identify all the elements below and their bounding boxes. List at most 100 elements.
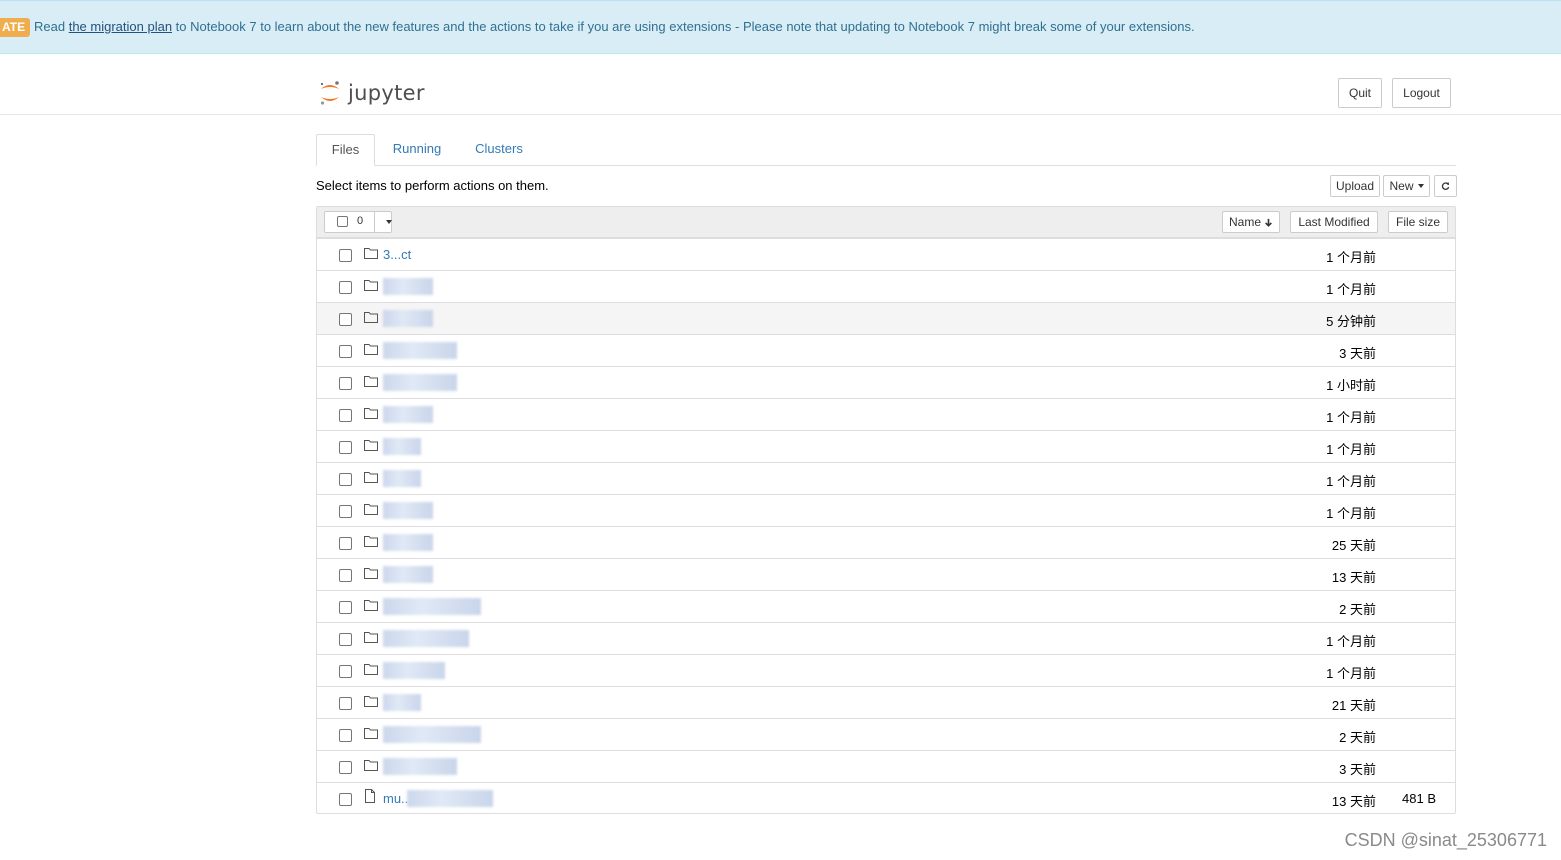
redacted-name-blur	[383, 662, 445, 679]
divider	[374, 212, 375, 232]
new-label: New	[1389, 179, 1414, 193]
last-modified: 1 个月前	[1326, 250, 1376, 265]
file-row[interactable]: 2 天前	[317, 718, 1455, 750]
redacted-name-blur	[383, 278, 433, 295]
last-modified: 1 个月前	[1326, 442, 1376, 457]
file-row[interactable]: 5 分钟前	[317, 302, 1455, 334]
row-checkbox[interactable]	[339, 249, 352, 262]
arrow-down-icon	[1265, 218, 1272, 227]
redacted-name-blur	[383, 566, 433, 583]
file-row[interactable]: 1 小时前	[317, 366, 1455, 398]
folder-icon	[364, 728, 378, 739]
last-modified: 3 天前	[1339, 346, 1376, 361]
file-row[interactable]: 1 个月前	[317, 494, 1455, 526]
row-checkbox[interactable]	[339, 441, 352, 454]
sort-by-file-size-button[interactable]: File size	[1388, 211, 1448, 233]
redacted-name-blur	[383, 598, 481, 615]
last-modified: 1 小时前	[1326, 378, 1376, 393]
redacted-name-blur	[383, 726, 481, 743]
upload-button[interactable]: Upload	[1330, 175, 1380, 197]
refresh-icon	[1441, 182, 1450, 190]
row-checkbox[interactable]	[339, 409, 352, 422]
folder-icon	[364, 472, 378, 483]
folder-icon	[364, 376, 378, 387]
row-checkbox[interactable]	[339, 569, 352, 582]
selection-hint: Select items to perform actions on them.	[316, 178, 549, 193]
last-modified: 5 分钟前	[1326, 314, 1376, 329]
name-sort-label: Name	[1229, 215, 1262, 229]
folder-icon	[364, 664, 378, 675]
last-modified: 21 天前	[1331, 698, 1376, 713]
file-row[interactable]: 1 个月前	[317, 462, 1455, 494]
file-row[interactable]: 3 天前	[317, 750, 1455, 782]
file-list: 0 Name Last Modified File size 3...ct 1 个…	[316, 206, 1456, 814]
sort-by-name-button[interactable]: Name	[1222, 211, 1280, 233]
folder-icon	[364, 248, 378, 259]
select-menu-caret-icon[interactable]	[386, 220, 392, 224]
row-checkbox[interactable]	[339, 537, 352, 550]
last-modified: 1 个月前	[1326, 474, 1376, 489]
sort-by-last-modified-button[interactable]: Last Modified	[1290, 211, 1378, 233]
folder-icon	[364, 440, 378, 451]
banner-message: Read the migration plan to Notebook 7 to…	[34, 19, 1195, 34]
header: jupyter Quit Logout	[0, 55, 1561, 115]
list-header: 0 Name Last Modified File size	[317, 207, 1455, 238]
selected-count: 0	[357, 215, 364, 227]
redacted-name-blur	[383, 438, 421, 455]
banner-prefix: Read	[34, 19, 69, 34]
new-dropdown-button[interactable]: New	[1383, 175, 1430, 197]
migration-plan-link[interactable]: the migration plan	[69, 19, 172, 34]
file-row[interactable]: 1 个月前	[317, 398, 1455, 430]
file-row[interactable]: mu... 13 天前 481 B	[317, 782, 1455, 814]
row-checkbox[interactable]	[339, 473, 352, 486]
file-row[interactable]: 13 天前	[317, 558, 1455, 590]
folder-icon	[364, 568, 378, 579]
row-checkbox[interactable]	[339, 281, 352, 294]
row-checkbox[interactable]	[339, 313, 352, 326]
logout-button[interactable]: Logout	[1392, 78, 1451, 108]
last-modified: 1 个月前	[1326, 666, 1376, 681]
jupyter-logo[interactable]: jupyter	[318, 77, 425, 109]
select-all-group[interactable]: 0	[324, 211, 392, 233]
file-row[interactable]: 1 个月前	[317, 654, 1455, 686]
row-checkbox[interactable]	[339, 665, 352, 678]
redacted-name-blur	[383, 502, 433, 519]
file-name-link[interactable]: 3...ct	[383, 247, 411, 262]
row-checkbox[interactable]	[339, 793, 352, 806]
redacted-name-blur	[383, 694, 421, 711]
row-checkbox[interactable]	[339, 729, 352, 742]
file-row[interactable]: 25 天前	[317, 526, 1455, 558]
file-row[interactable]: 2 天前	[317, 590, 1455, 622]
file-row[interactable]: 1 个月前	[317, 430, 1455, 462]
row-checkbox[interactable]	[339, 345, 352, 358]
file-row[interactable]: 21 天前	[317, 686, 1455, 718]
select-all-checkbox[interactable]	[337, 216, 348, 227]
redacted-name-blur	[383, 342, 457, 359]
row-checkbox[interactable]	[339, 377, 352, 390]
folder-icon	[364, 312, 378, 323]
row-checkbox[interactable]	[339, 697, 352, 710]
row-checkbox[interactable]	[339, 633, 352, 646]
banner-suffix: to Notebook 7 to learn about the new fea…	[172, 19, 1195, 34]
redacted-name-blur	[407, 790, 493, 807]
row-checkbox[interactable]	[339, 601, 352, 614]
row-checkbox[interactable]	[339, 505, 352, 518]
jupyter-logo-icon	[320, 81, 339, 105]
file-row[interactable]: 3 天前	[317, 334, 1455, 366]
refresh-button[interactable]	[1434, 175, 1457, 197]
redacted-name-blur	[383, 534, 433, 551]
tab-files[interactable]: Files	[316, 134, 375, 166]
update-banner: ATE Read the migration plan to Notebook …	[0, 0, 1561, 54]
tab-running[interactable]: Running	[386, 134, 448, 165]
last-modified: 25 天前	[1331, 538, 1376, 553]
file-row[interactable]: 1 个月前	[317, 622, 1455, 654]
quit-button[interactable]: Quit	[1338, 78, 1382, 108]
file-row[interactable]: 3...ct 1 个月前	[317, 238, 1455, 270]
redacted-name-blur	[383, 374, 457, 391]
tab-clusters[interactable]: Clusters	[468, 134, 530, 165]
file-row[interactable]: 1 个月前	[317, 270, 1455, 302]
row-checkbox[interactable]	[339, 761, 352, 774]
folder-icon	[364, 600, 378, 611]
folder-icon	[364, 504, 378, 515]
redacted-name-blur	[383, 758, 457, 775]
